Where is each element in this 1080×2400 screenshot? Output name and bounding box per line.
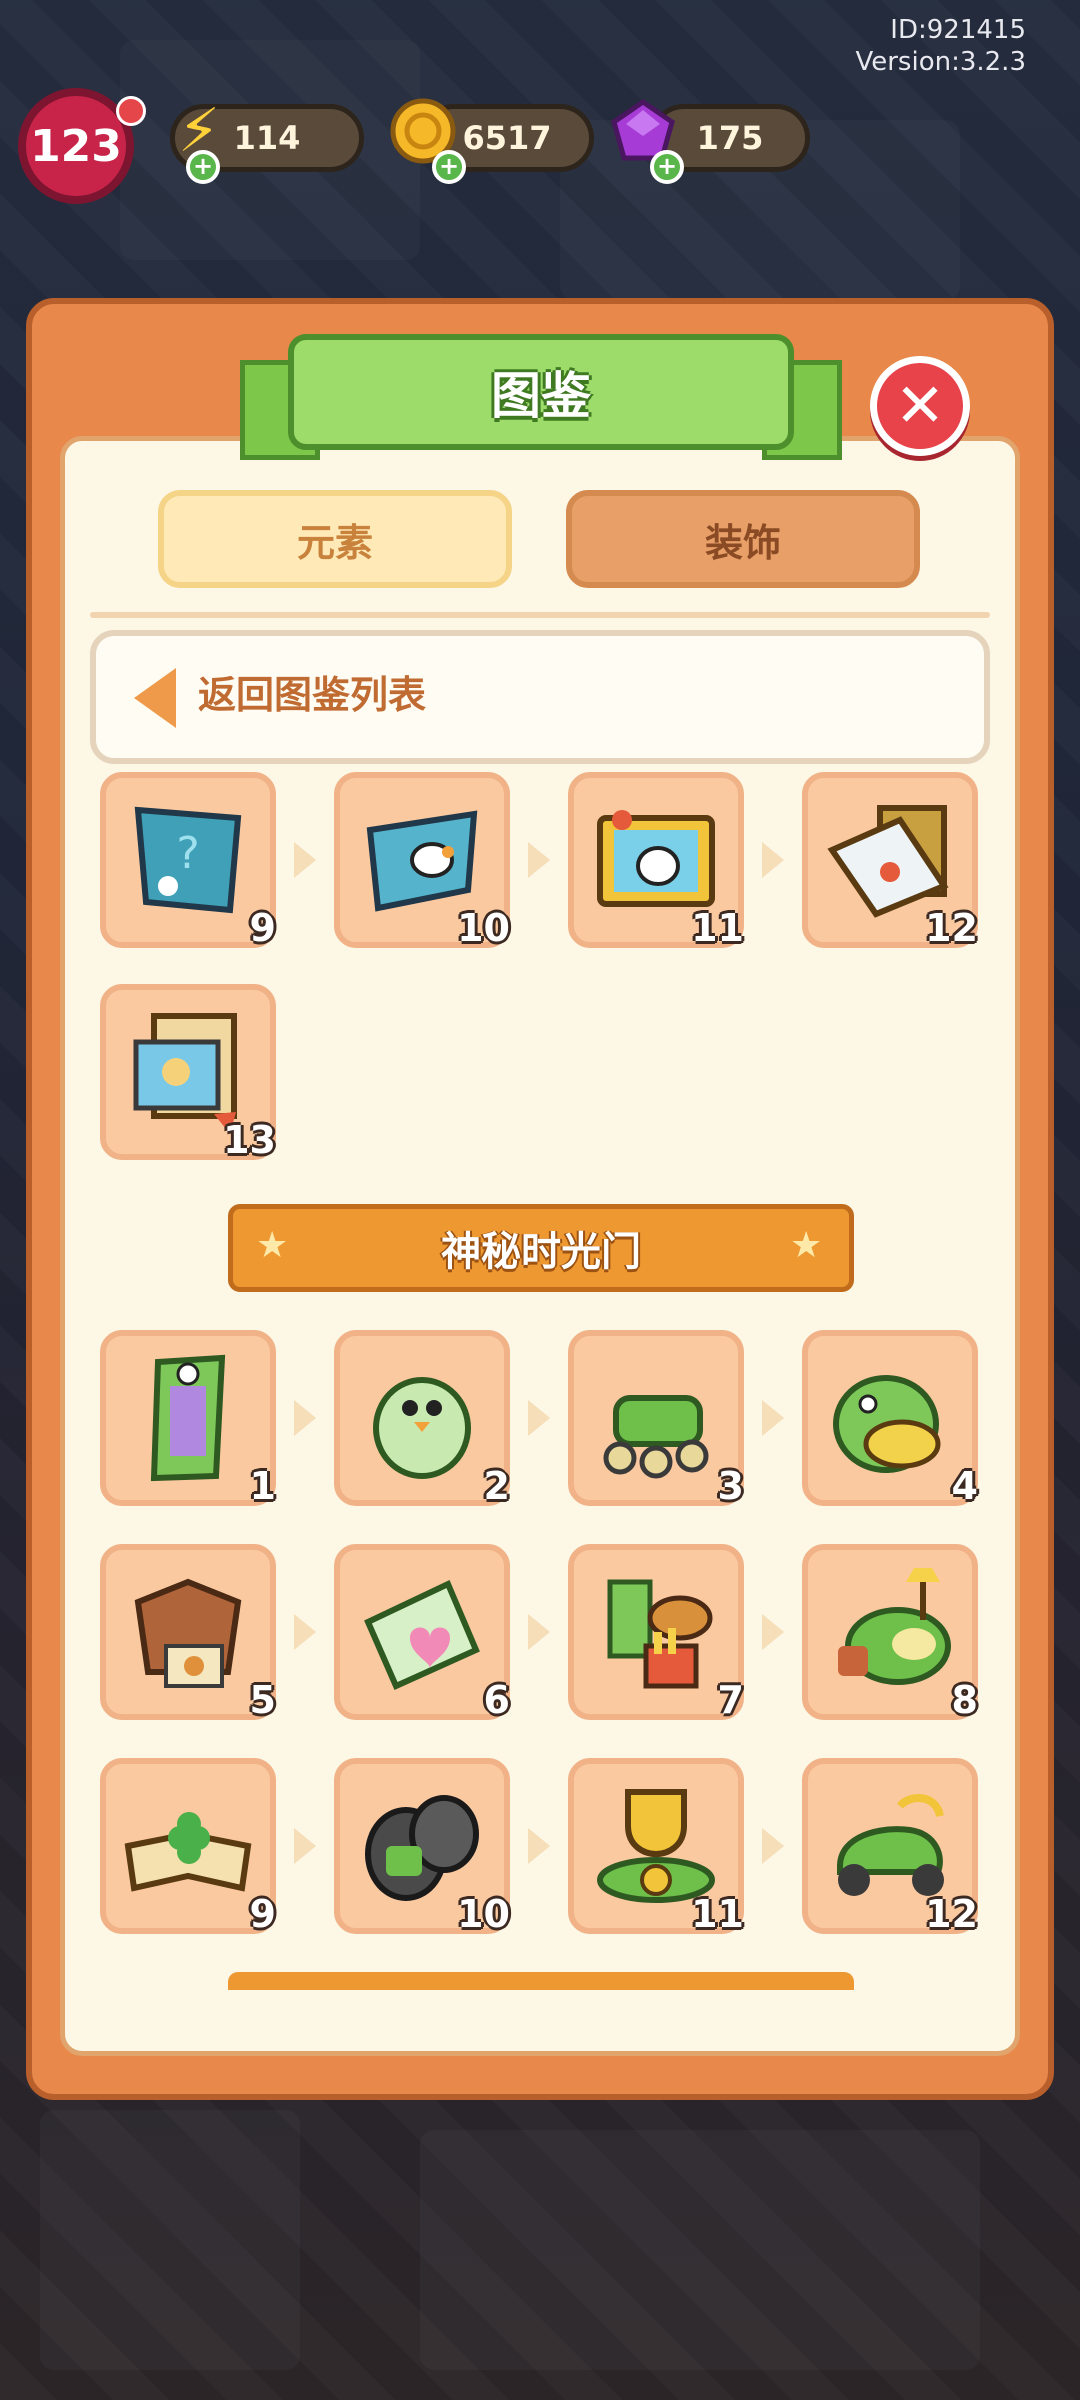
coin-value: 6517 [462,119,552,157]
clover-book-icon [124,1812,252,1892]
fast-food-icon [607,1579,713,1689]
chevron-right-icon [294,842,316,878]
item-level: 13 [223,1118,276,1162]
tab-decorations[interactable]: 装饰 [566,490,920,588]
dino-backpack-icon [833,1375,941,1473]
time-door-icon [150,1354,226,1482]
chevron-right-icon [294,1614,316,1650]
item-level: 10 [457,1892,510,1936]
item-level: 11 [691,906,744,950]
item-tile[interactable]: ? 9 [100,772,276,950]
item-tile[interactable]: 9 [100,1758,276,1936]
gem-value: 175 [696,119,764,157]
toy-car-icon [603,1395,709,1479]
item-tile[interactable]: 2 [334,1330,510,1508]
item-level: 5 [249,1678,276,1722]
item-tile[interactable]: 11 [568,772,744,950]
next-section-banner [228,1972,854,1990]
chevron-right-icon [762,1400,784,1436]
item-tile[interactable]: 10 [334,772,510,950]
tab-elements[interactable]: 元素 [158,490,512,588]
chevron-right-icon [762,1614,784,1650]
chevron-right-icon [528,842,550,878]
item-level: 9 [249,1892,276,1936]
item-level: 1 [249,1464,276,1508]
teal-wrapping-paper-icon: ? [134,806,242,914]
item-level: 8 [951,1678,978,1722]
energy-value: 114 [233,119,301,157]
item-tile[interactable]: 3 [568,1330,744,1508]
close-button[interactable]: ✕ [870,356,970,456]
add-gems-button[interactable]: + [650,150,684,184]
player-id: ID:921415 [890,15,1026,45]
chevron-right-icon [528,1400,550,1436]
divider [90,612,990,618]
back-label: 返回图鉴列表 [198,673,427,717]
heart-letter-icon [364,1579,480,1690]
add-energy-button[interactable]: + [186,150,220,184]
close-icon: ✕ [894,371,946,441]
notification-dot [116,96,146,126]
item-level: 10 [457,906,510,950]
item-tile[interactable]: 12 [802,1758,978,1936]
item-level: 4 [951,1464,978,1508]
star-icon: ★ [256,1225,289,1266]
chevron-right-icon [762,1828,784,1864]
melon-bed-icon [838,1568,951,1685]
item-tile[interactable]: 10 [334,1758,510,1936]
version-label: Version:3.2.3 [855,47,1026,77]
tab-decorations-label: 装饰 [704,520,781,565]
item-tile[interactable]: 11 [568,1758,744,1936]
item-tile[interactable]: 8 [802,1544,978,1722]
add-coins-button[interactable]: + [432,150,466,184]
dialog-title: 图鉴 [491,367,591,425]
chevron-right-icon [294,1828,316,1864]
cracked-egg-icon [373,1377,471,1479]
item-level: 9 [249,906,276,950]
item-tile[interactable]: 4 [802,1330,978,1508]
item-level: 6 [483,1678,510,1722]
player-level-value: 123 [30,120,122,172]
item-level: 11 [691,1892,744,1936]
item-level: 7 [717,1678,744,1722]
item-tile[interactable]: 12 [802,772,978,950]
back-arrow-icon [134,668,176,728]
item-level: 12 [925,906,978,950]
star-icon: ★ [790,1225,823,1266]
section-banner: 神秘时光门 [228,1204,854,1292]
item-level: 3 [717,1464,744,1508]
item-level: 2 [483,1464,510,1508]
chevron-right-icon [294,1400,316,1436]
item-level: 12 [925,1892,978,1936]
item-tile[interactable]: 7 [568,1544,744,1722]
chevron-right-icon [762,842,784,878]
svg-text:?: ? [176,828,199,879]
item-tile[interactable]: 1 [100,1330,276,1508]
chevron-right-icon [528,1614,550,1650]
title-banner: 图鉴 [288,334,794,450]
chevron-right-icon [528,1828,550,1864]
item-tile[interactable]: 6 [334,1544,510,1722]
item-tile[interactable]: 5 [100,1544,276,1722]
item-tile[interactable]: 13 [100,984,276,1162]
tab-elements-label: 元素 [296,520,373,565]
section-title: 神秘时光门 [441,1229,641,1275]
leaf-coat-icon [134,1578,242,1688]
build-info: ID:921415 Version:3.2.3 [855,14,1026,78]
